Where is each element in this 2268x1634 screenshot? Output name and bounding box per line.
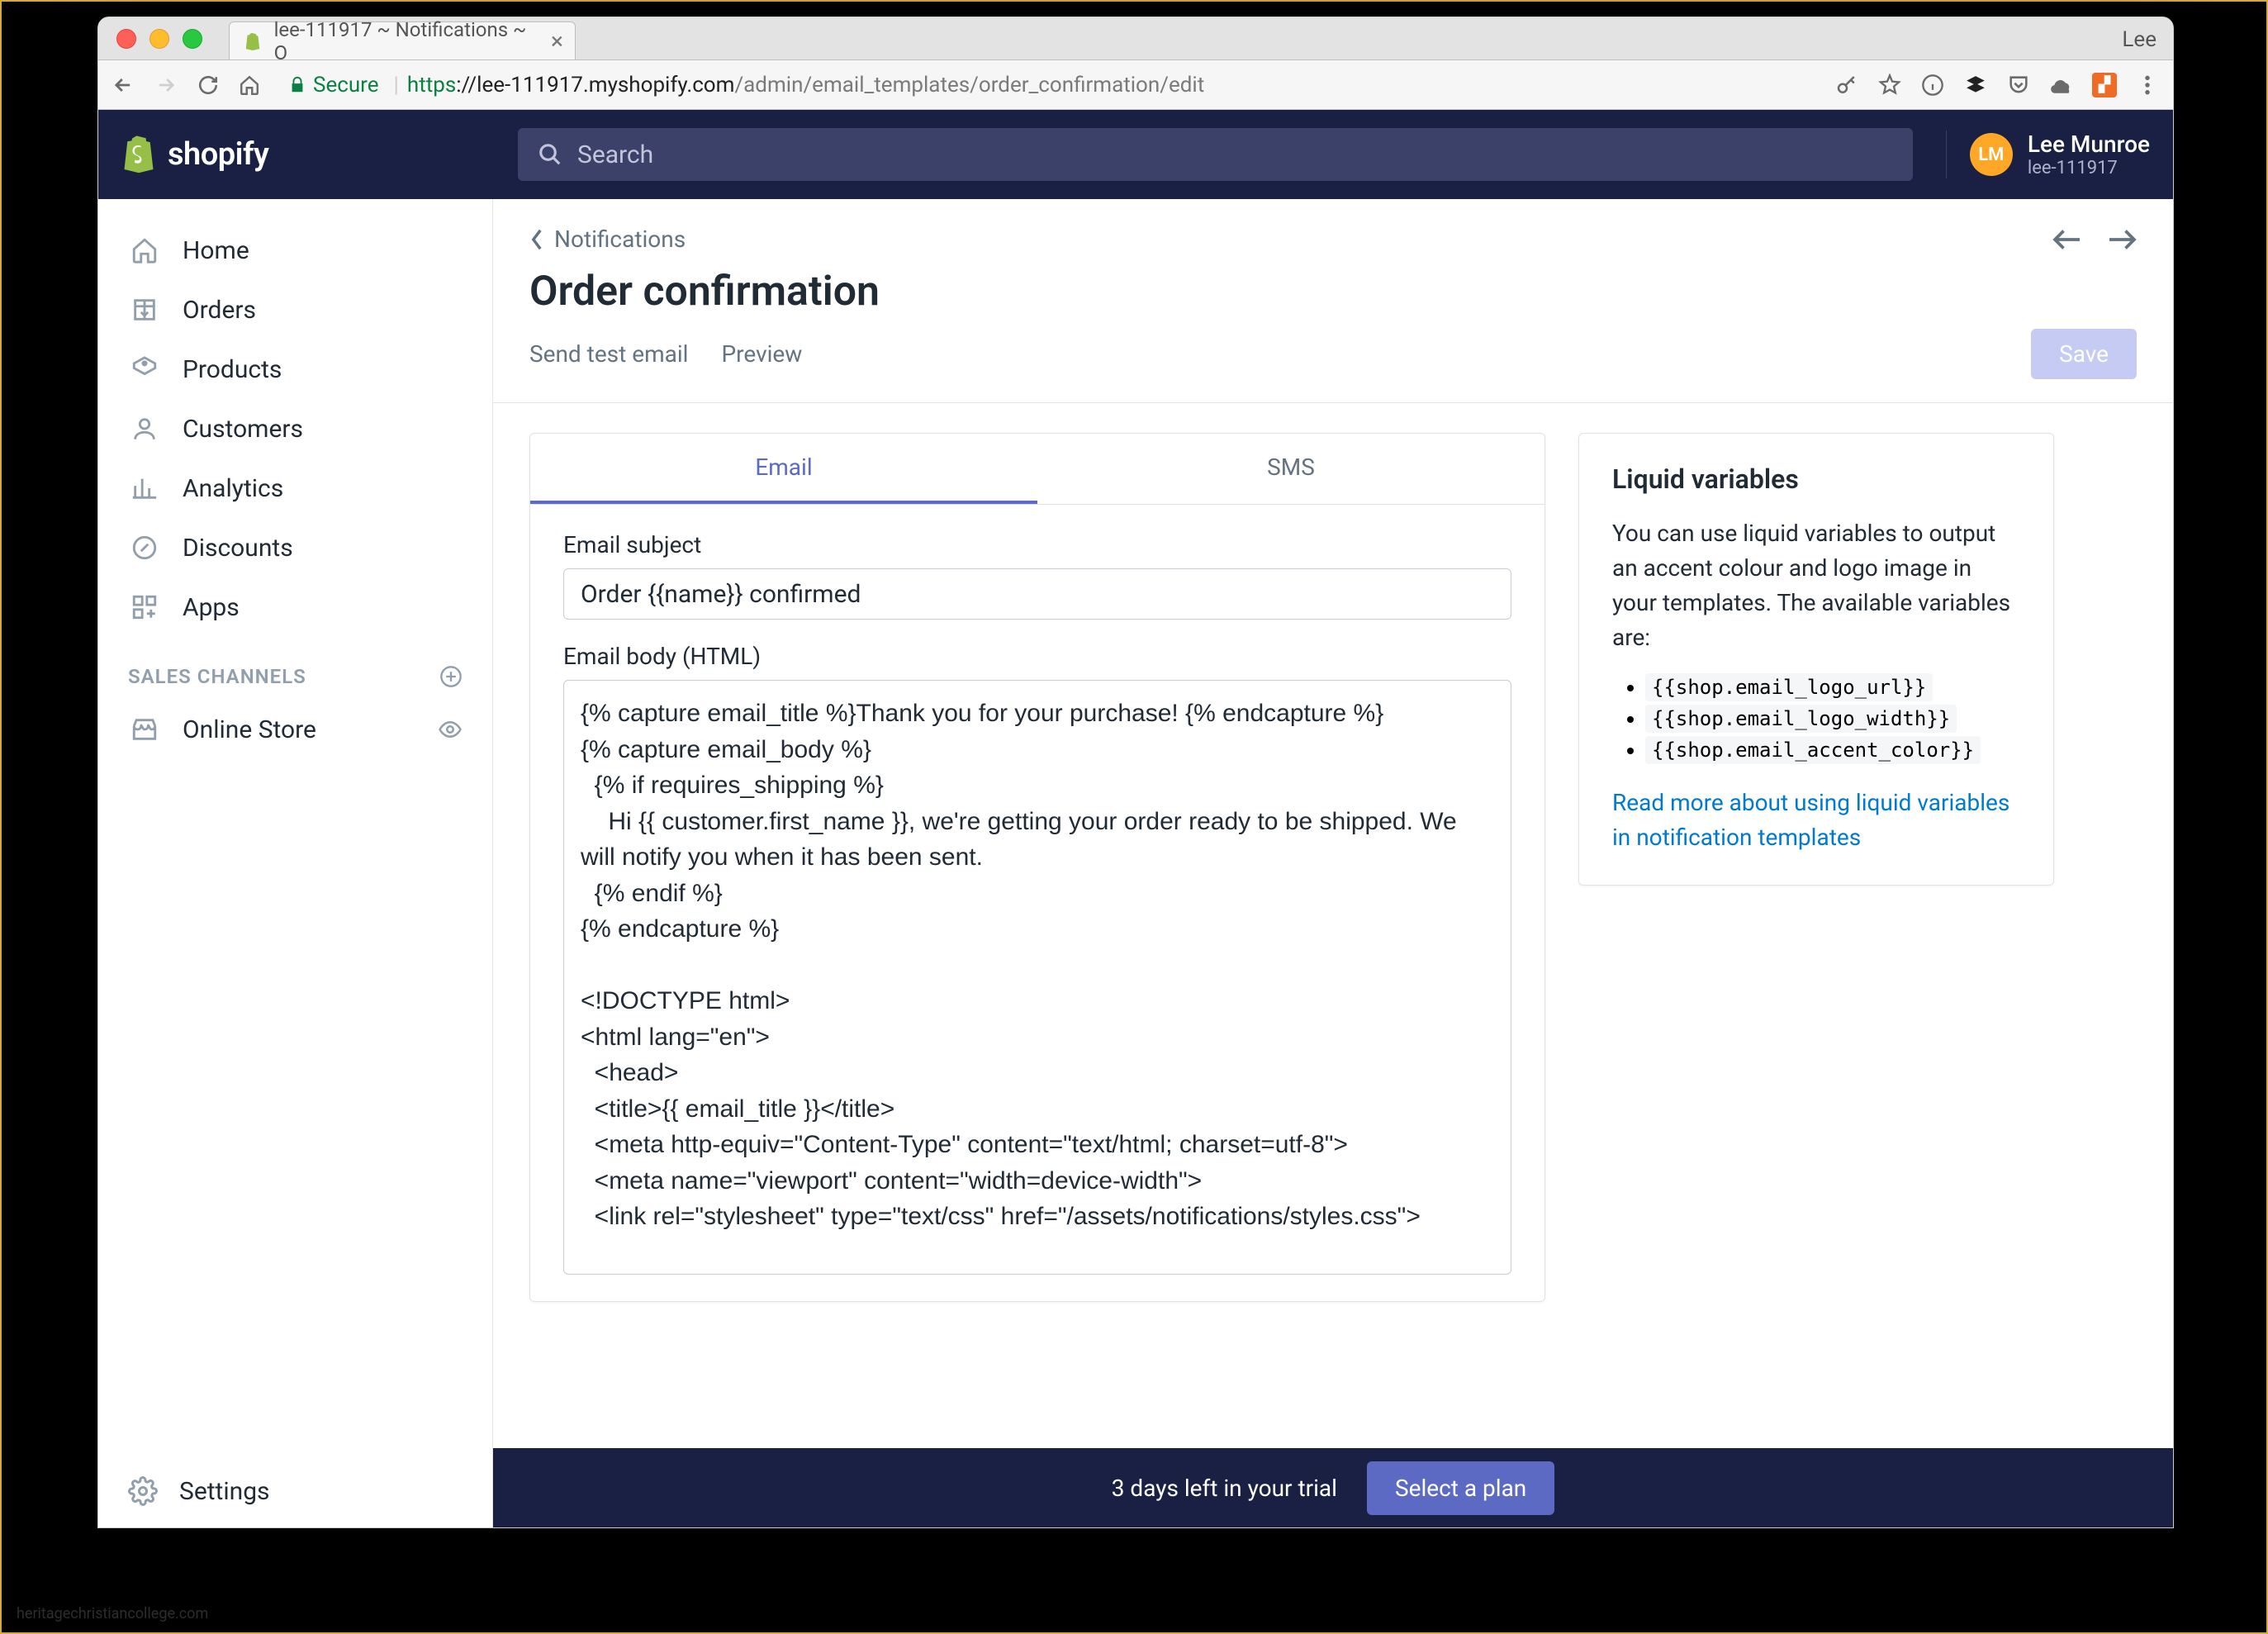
user-store: lee-111917 (2028, 158, 2150, 178)
sidebar: Home Orders Products Customers Analytics… (98, 199, 493, 1527)
apps-icon (128, 591, 161, 624)
sidebar-item-orders[interactable]: Orders (98, 280, 492, 340)
info-icon[interactable] (1920, 73, 1945, 97)
analytics-icon (128, 472, 161, 505)
add-channel-icon[interactable] (439, 665, 463, 688)
preview-link[interactable]: Preview (722, 340, 803, 368)
liquid-heading: Liquid variables (1612, 463, 2020, 495)
tab-title: lee-111917 ~ Notifications ~ O (274, 18, 541, 64)
view-store-icon[interactable] (438, 717, 463, 742)
url-path: /admin/email_templates/order_confirmatio… (734, 73, 1204, 97)
search-placeholder: Search (577, 140, 653, 169)
gear-icon (128, 1476, 158, 1506)
liquid-var-3: {{shop.email_accent_color}} (1645, 734, 2020, 766)
close-tab-icon[interactable]: × (551, 27, 563, 55)
liquid-docs-link[interactable]: Read more about using liquid variables i… (1612, 789, 2009, 851)
sidebar-item-home[interactable]: Home (98, 221, 492, 280)
user-menu[interactable]: LM Lee Munroe lee-111917 (1946, 131, 2150, 178)
buffer-icon[interactable] (1963, 73, 1988, 97)
tab-email[interactable]: Email (530, 434, 1037, 504)
tab-sms[interactable]: SMS (1037, 434, 1544, 504)
orders-icon (128, 293, 161, 326)
breadcrumb[interactable]: Notifications (529, 226, 686, 253)
key-icon[interactable] (1834, 73, 1859, 97)
body-label: Email body (HTML) (563, 643, 1511, 670)
minimize-window-button[interactable] (149, 29, 169, 49)
maximize-window-button[interactable] (183, 29, 202, 49)
browser-tab[interactable]: lee-111917 ~ Notifications ~ O × (229, 21, 576, 59)
trial-message: 3 days left in your trial (1112, 1475, 1337, 1502)
kebab-menu-icon[interactable] (2135, 73, 2160, 97)
shopify-favicon-icon (241, 30, 264, 53)
liquid-var-1: {{shop.email_logo_url}} (1645, 672, 2020, 703)
sidebar-item-online-store[interactable]: Online Store (98, 700, 492, 759)
save-button[interactable]: Save (2031, 329, 2137, 379)
reload-icon[interactable] (197, 74, 219, 96)
online-store-icon (128, 713, 161, 746)
editor-card: Email SMS Email subject Email body (HTML… (529, 433, 1545, 1302)
search-icon (538, 142, 562, 167)
macos-titlebar: lee-111917 ~ Notifications ~ O × Lee (98, 17, 2173, 60)
avatar: LM (1970, 133, 2013, 176)
chevron-left-icon (529, 228, 544, 251)
customers-icon (128, 412, 161, 445)
brand-text: shopify (168, 136, 268, 173)
sidebar-item-analytics[interactable]: Analytics (98, 458, 492, 518)
url-host: ://lee-111917.myshopify.com (456, 73, 734, 97)
cloud-ext-icon[interactable] (2049, 73, 2074, 97)
url-protocol: https (407, 73, 456, 97)
brand-logo[interactable]: shopify (121, 135, 501, 174)
prev-template-icon[interactable] (2052, 228, 2082, 251)
send-test-link[interactable]: Send test email (529, 340, 689, 368)
close-window-button[interactable] (116, 29, 136, 49)
sidebar-item-discounts[interactable]: Discounts (98, 518, 492, 577)
sidebar-item-settings[interactable]: Settings (98, 1455, 492, 1527)
browser-window: lee-111917 ~ Notifications ~ O × Lee Sec… (97, 17, 2174, 1528)
products-icon (128, 353, 161, 386)
liquid-var-2: {{shop.email_logo_width}} (1645, 703, 2020, 734)
app-header: shopify Search LM Lee Munroe lee-111917 (98, 110, 2173, 199)
sidebar-item-products[interactable]: Products (98, 340, 492, 399)
chrome-profile-label[interactable]: Lee (2122, 27, 2156, 52)
search-input[interactable]: Search (518, 128, 1913, 181)
main-content: Notifications Order confirmation Send te… (493, 199, 2173, 1527)
trial-bar: 3 days left in your trial Select a plan (493, 1448, 2173, 1527)
address-bar[interactable]: Secure | https://lee-111917.myshopify.co… (277, 69, 1818, 102)
discounts-icon (128, 531, 161, 564)
sidebar-item-customers[interactable]: Customers (98, 399, 492, 458)
liquid-variables-card: Liquid variables You can use liquid vari… (1578, 433, 2054, 886)
divider (493, 402, 2173, 403)
watermark-text: heritagechristiancollege.com (17, 1605, 208, 1622)
traffic-lights (116, 29, 202, 49)
star-icon[interactable] (1877, 73, 1902, 97)
sales-channels-header: SALES CHANNELS (98, 637, 492, 700)
home-icon[interactable] (239, 74, 260, 96)
back-icon[interactable] (112, 74, 135, 97)
url-bar: Secure | https://lee-111917.myshopify.co… (98, 60, 2173, 110)
shopify-bag-icon (121, 135, 156, 174)
body-textarea[interactable]: {% capture email_title %}Thank you for y… (563, 680, 1511, 1275)
subject-input[interactable] (563, 568, 1511, 620)
forward-icon (154, 74, 178, 97)
next-template-icon[interactable] (2107, 228, 2137, 251)
secure-badge: Secure | (288, 73, 407, 97)
sidebar-item-apps[interactable]: Apps (98, 577, 492, 637)
user-name: Lee Munroe (2028, 131, 2150, 158)
liquid-description: You can use liquid variables to output a… (1612, 516, 2020, 655)
pocket-icon[interactable] (2006, 73, 2031, 97)
home-nav-icon (128, 234, 161, 267)
select-plan-button[interactable]: Select a plan (1367, 1461, 1554, 1515)
extension-orange-icon[interactable]: ▞ (2092, 73, 2117, 97)
page-title: Order confirmation (529, 268, 2137, 316)
subject-label: Email subject (563, 531, 1511, 558)
